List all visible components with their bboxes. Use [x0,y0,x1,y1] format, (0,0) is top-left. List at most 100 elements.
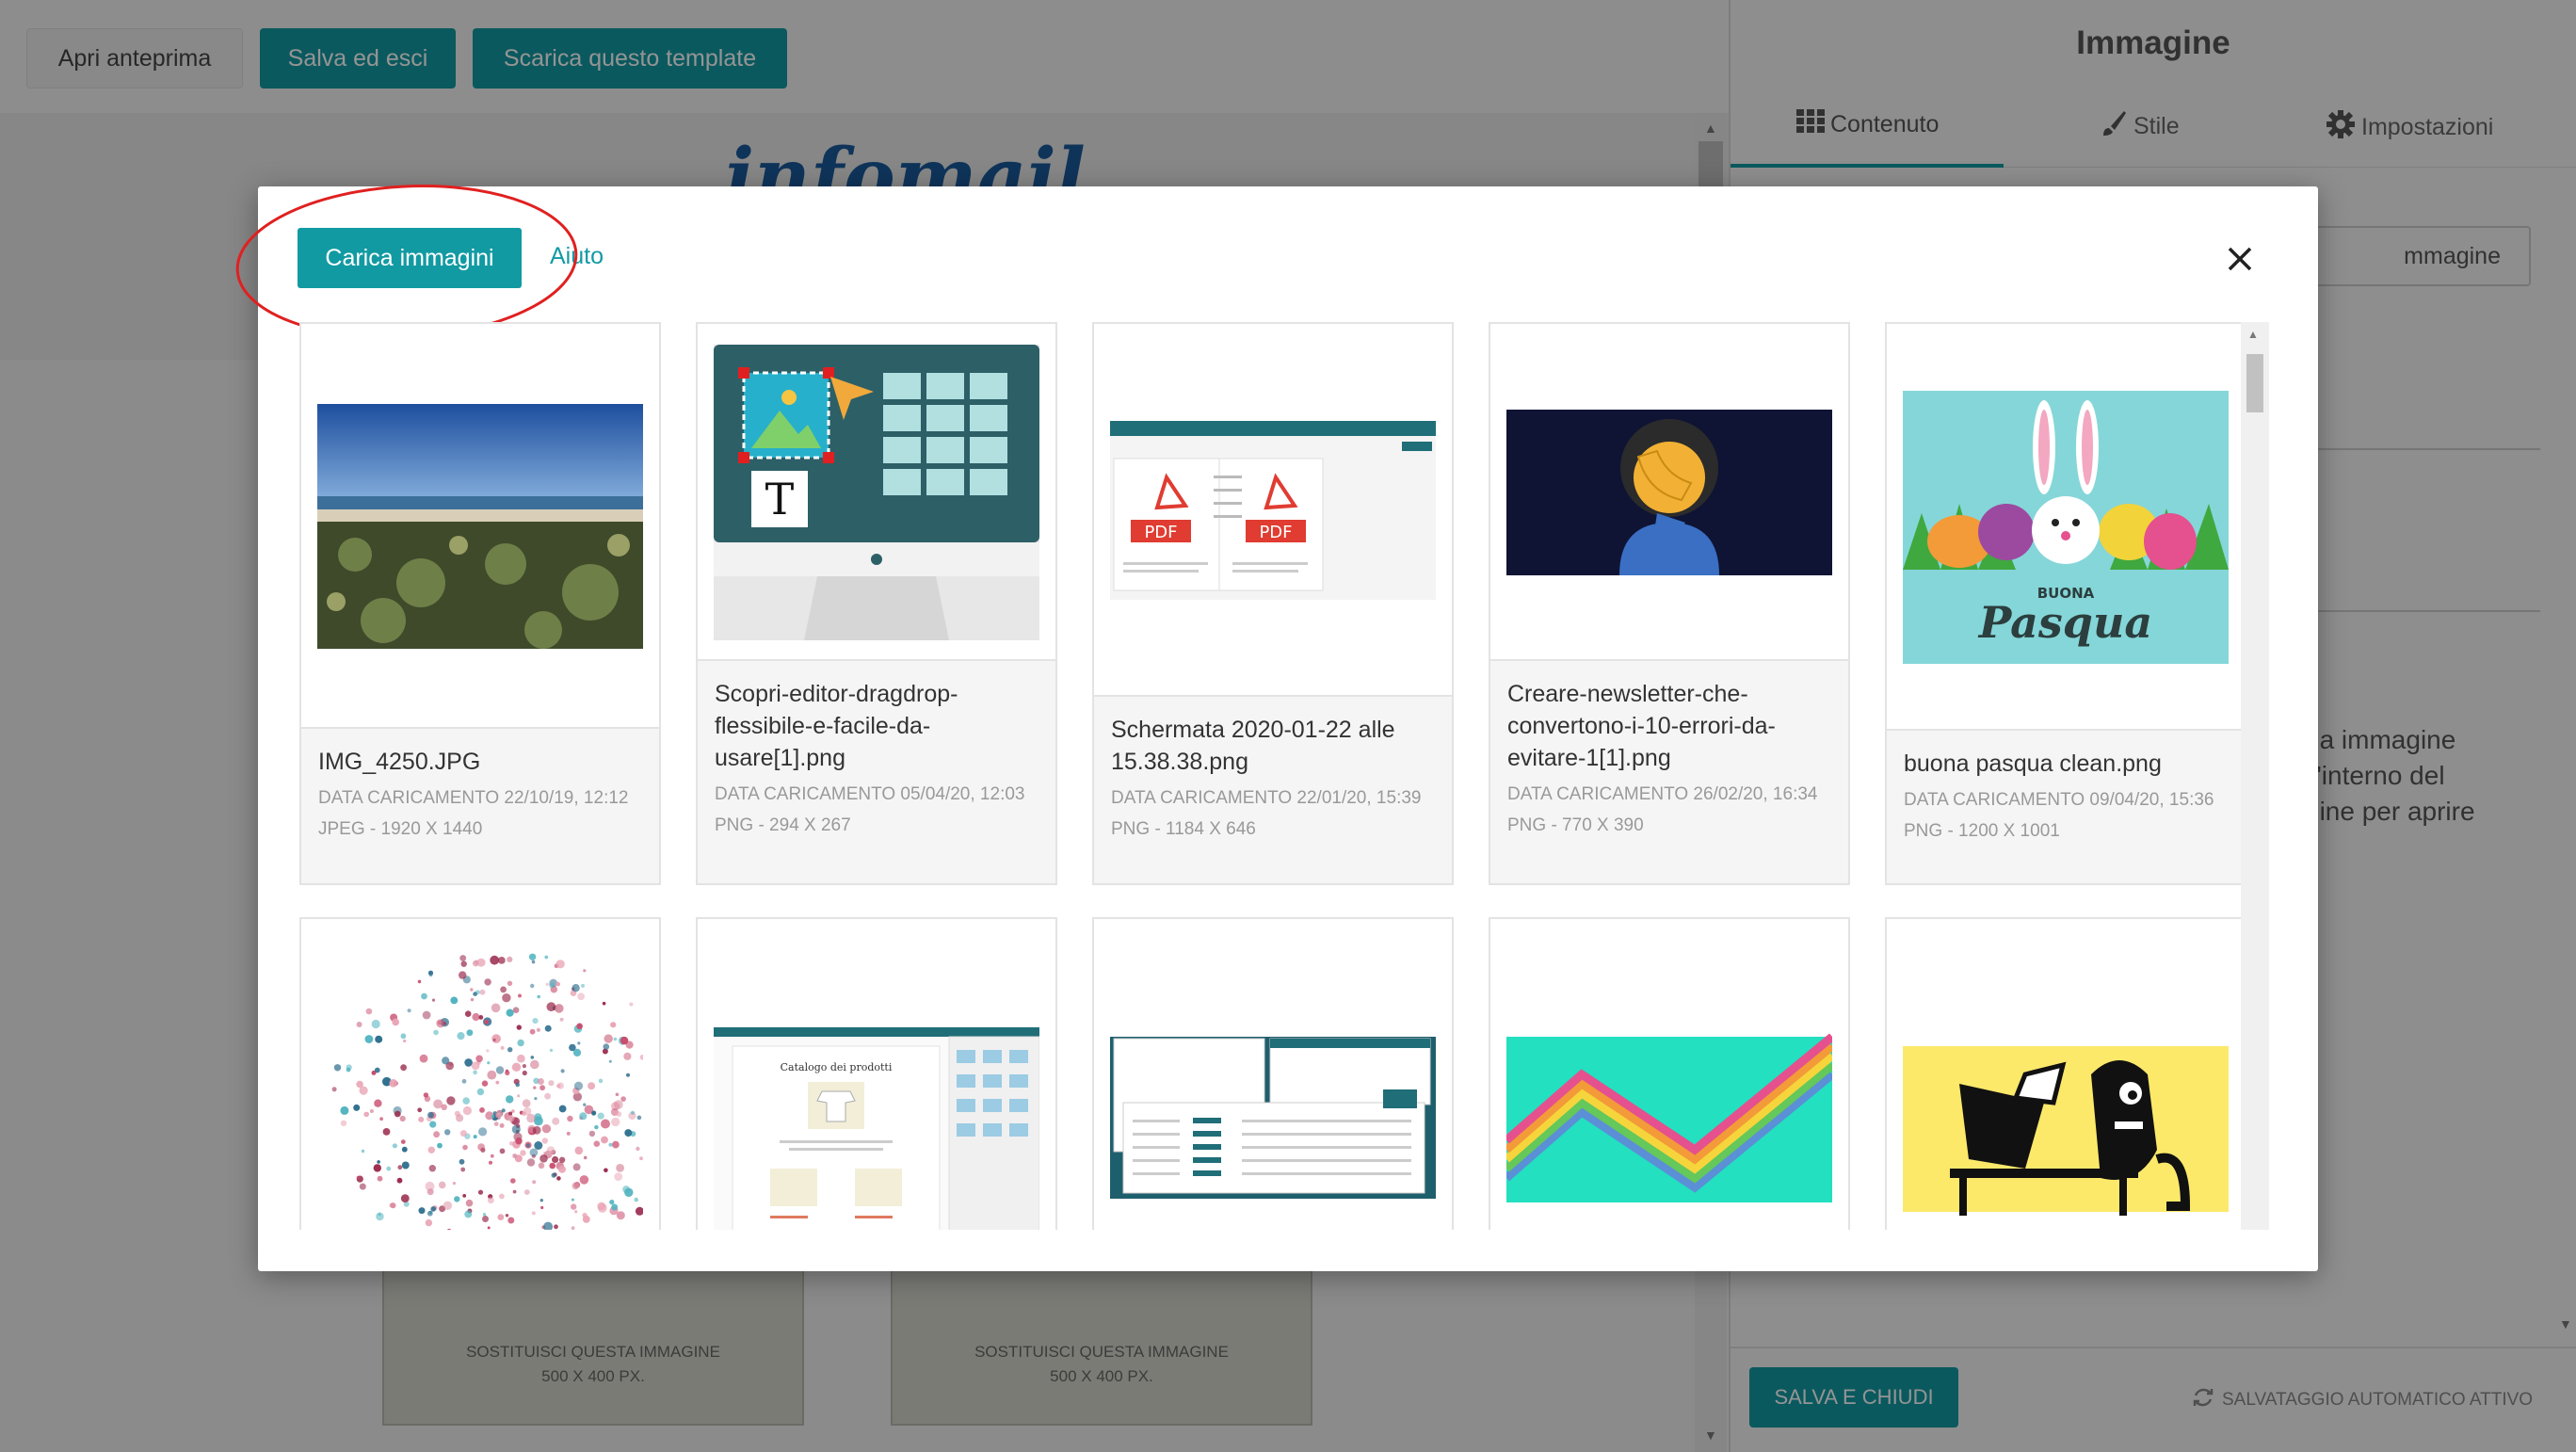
beach-photo [317,404,643,649]
pattern-dot [522,1099,531,1108]
pattern-dot [623,1052,632,1060]
pattern-dot [541,1124,552,1134]
pattern-dot [526,1113,536,1123]
pattern-dot [549,982,555,989]
pattern-dot [572,1163,581,1171]
pattern-dot [515,1137,523,1145]
pattern-dot [582,1212,588,1218]
pattern-dot [572,1182,580,1190]
pattern-dot [400,1139,406,1144]
pattern-dot [558,1156,566,1163]
image-upload-date: DATA CARICAMENTO 22/10/19, 12:12 [318,788,629,808]
scroll-up-icon[interactable]: ▲ [2247,328,2259,341]
pattern-dot [572,1048,582,1057]
pattern-dot [576,1023,583,1030]
pattern-dot [443,1201,453,1210]
pattern-dot [532,1018,539,1024]
pattern-dot [523,1189,530,1195]
pattern-dot [487,1226,491,1230]
pattern-dot [365,1008,373,1015]
close-icon[interactable] [2218,237,2262,281]
pattern-dot [611,1203,619,1211]
pattern-dot [548,1080,555,1087]
pattern-dot [478,1127,488,1137]
pattern-dot [419,1054,428,1063]
pattern-dot [543,1221,554,1230]
pattern-dot [555,1004,564,1013]
image-card[interactable] [1489,917,1850,1230]
pdf-label: PDF [1144,523,1177,542]
pattern-dot [537,994,540,999]
pattern-dot [577,1041,581,1045]
pattern-dot [507,956,513,962]
pattern-dot [374,1067,380,1073]
image-card[interactable]: IMG_4250.JPG DATA CARICAMENTO 22/10/19, … [299,322,661,885]
facepalm-illustration [1506,410,1832,575]
pattern-dot [333,1064,342,1072]
image-card[interactable]: T Scopri-editor-dragdrop-flessibile-e-fa… [696,322,1057,885]
upload-images-button[interactable]: Carica immagini [298,228,522,288]
pattern-dot [499,1193,505,1200]
pattern-dot [359,1086,368,1095]
image-card[interactable]: BUONA Pasqua buona pasqua clean.png DATA… [1885,322,2246,885]
pattern-dot [511,1062,522,1072]
rainbow-chart-illustration [1506,1033,1832,1202]
pattern-dot [639,1156,643,1161]
pattern-dot [609,1200,615,1205]
image-format-size: PNG - 294 X 267 [715,815,851,835]
image-card[interactable] [1885,917,2246,1230]
pattern-dot [478,1015,484,1020]
pattern-dot [534,1097,538,1101]
image-upload-date: DATA CARICAMENTO 05/04/20, 12:03 [715,784,1025,804]
image-upload-date: DATA CARICAMENTO 22/01/20, 15:39 [1111,788,1422,808]
t-letter: T [765,474,795,524]
pattern-dot [374,1099,382,1107]
pattern-dot [471,1061,480,1071]
pattern-dot [507,1047,513,1053]
image-format-size: PNG - 1200 X 1001 [1904,821,2060,841]
image-grid-scrollbar[interactable]: ▲ [2241,322,2269,1230]
pattern-dot [438,1181,446,1189]
pattern-dot [539,1085,545,1091]
pattern-dot [495,1066,505,1074]
pattern-dot [554,1224,558,1230]
pattern-dot [359,1183,366,1190]
image-card[interactable] [1092,917,1454,1230]
pattern-dot [544,955,549,960]
pattern-dot [500,1045,505,1050]
pattern-dot [634,1197,638,1202]
pattern-dot [602,1001,606,1006]
grid-scroll-thumb[interactable] [2246,354,2263,412]
pattern-dot [520,1150,526,1156]
pattern-dot [499,1122,505,1128]
image-card[interactable]: Catalogo dei prodotti [696,917,1057,1230]
pattern-dot [530,1059,539,1070]
pattern-dot [555,981,560,987]
pattern-dot [363,1111,369,1118]
image-name: Schermata 2020-01-22 alle 15.38.38.png [1111,717,1395,775]
pattern-dot [487,1061,491,1065]
pattern-dot [518,993,522,998]
pattern-dot [629,1002,634,1007]
pattern-dot [506,1008,514,1017]
pattern-dot [369,1109,374,1113]
help-link[interactable]: Aiuto [550,243,604,270]
pattern-dot [490,1154,494,1158]
image-thumbnail [1490,928,1848,1230]
image-card[interactable]: PDF PDF Schermata 2020-01-22 alle 15.38.… [1092,322,1454,885]
pattern-dot [473,1135,477,1139]
pattern-dot [544,1092,551,1100]
pattern-dot [431,998,436,1002]
image-card[interactable] [299,917,661,1230]
pattern-dot [493,1121,499,1126]
pattern-dot [608,1142,613,1147]
pattern-dot [460,960,467,967]
pattern-dot [346,1067,351,1073]
pattern-dot [436,1019,445,1028]
pattern-dot [353,1104,361,1111]
image-grid: IMG_4250.JPG DATA CARICAMENTO 22/10/19, … [299,322,2277,1230]
pattern-dot [517,1054,525,1063]
pattern-dot [616,1111,622,1117]
pattern-dot [530,1056,535,1059]
image-card[interactable]: Creare-newsletter-che-convertono-i-10-er… [1489,322,1850,885]
